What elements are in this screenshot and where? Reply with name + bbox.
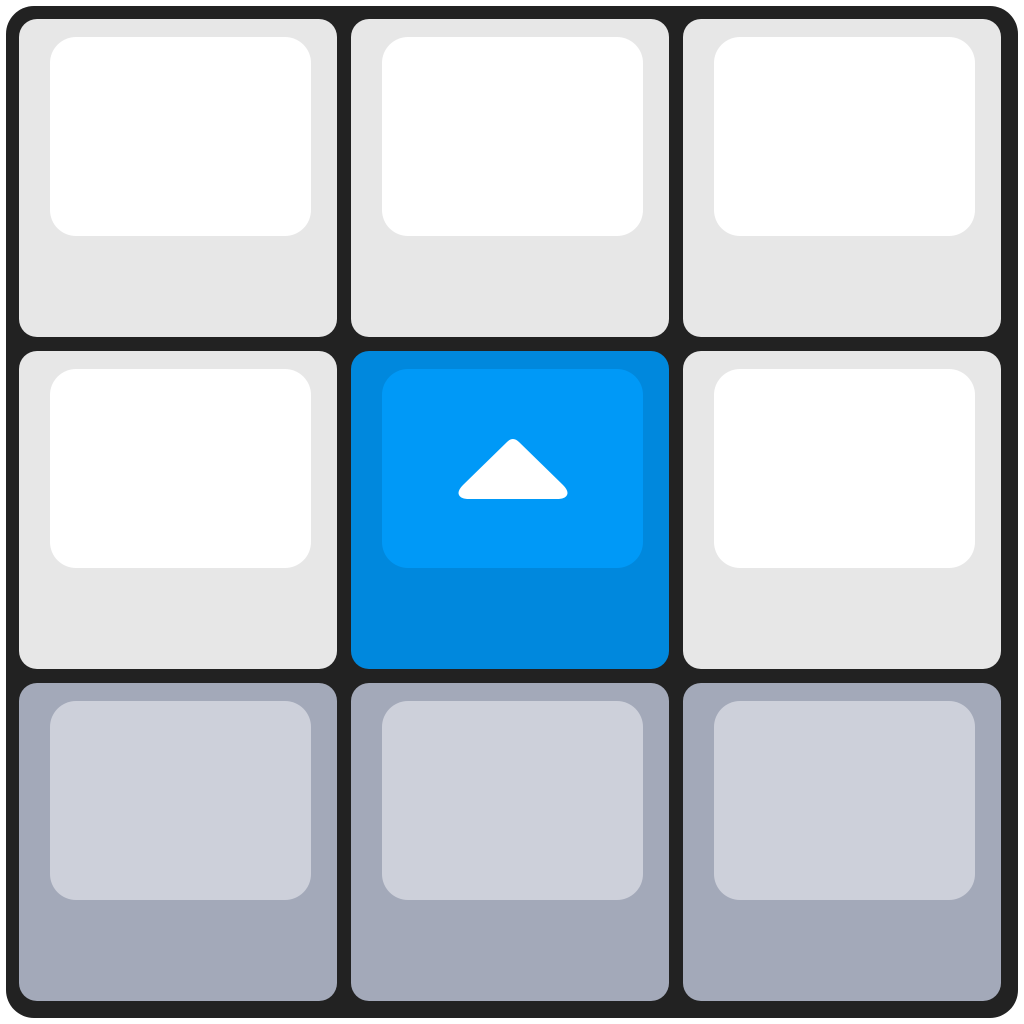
key-top-right[interactable] (683, 19, 1001, 337)
key-top-center[interactable] (351, 19, 669, 337)
key-face (50, 37, 311, 236)
key-bottom-left[interactable] (19, 683, 337, 1001)
key-bottom-center[interactable] (351, 683, 669, 1001)
key-face (50, 369, 311, 568)
key-bottom-right[interactable] (683, 683, 1001, 1001)
key-middle-center[interactable] (351, 351, 669, 669)
key-middle-left[interactable] (19, 351, 337, 669)
arrow-up-icon (458, 438, 567, 499)
key-grid (6, 6, 1018, 1018)
key-face (382, 37, 643, 236)
key-face (714, 37, 975, 236)
key-middle-right[interactable] (683, 351, 1001, 669)
key-face (714, 701, 975, 900)
key-face (714, 369, 975, 568)
key-face (382, 701, 643, 900)
key-face (382, 369, 643, 568)
key-face (50, 701, 311, 900)
key-top-left[interactable] (19, 19, 337, 337)
